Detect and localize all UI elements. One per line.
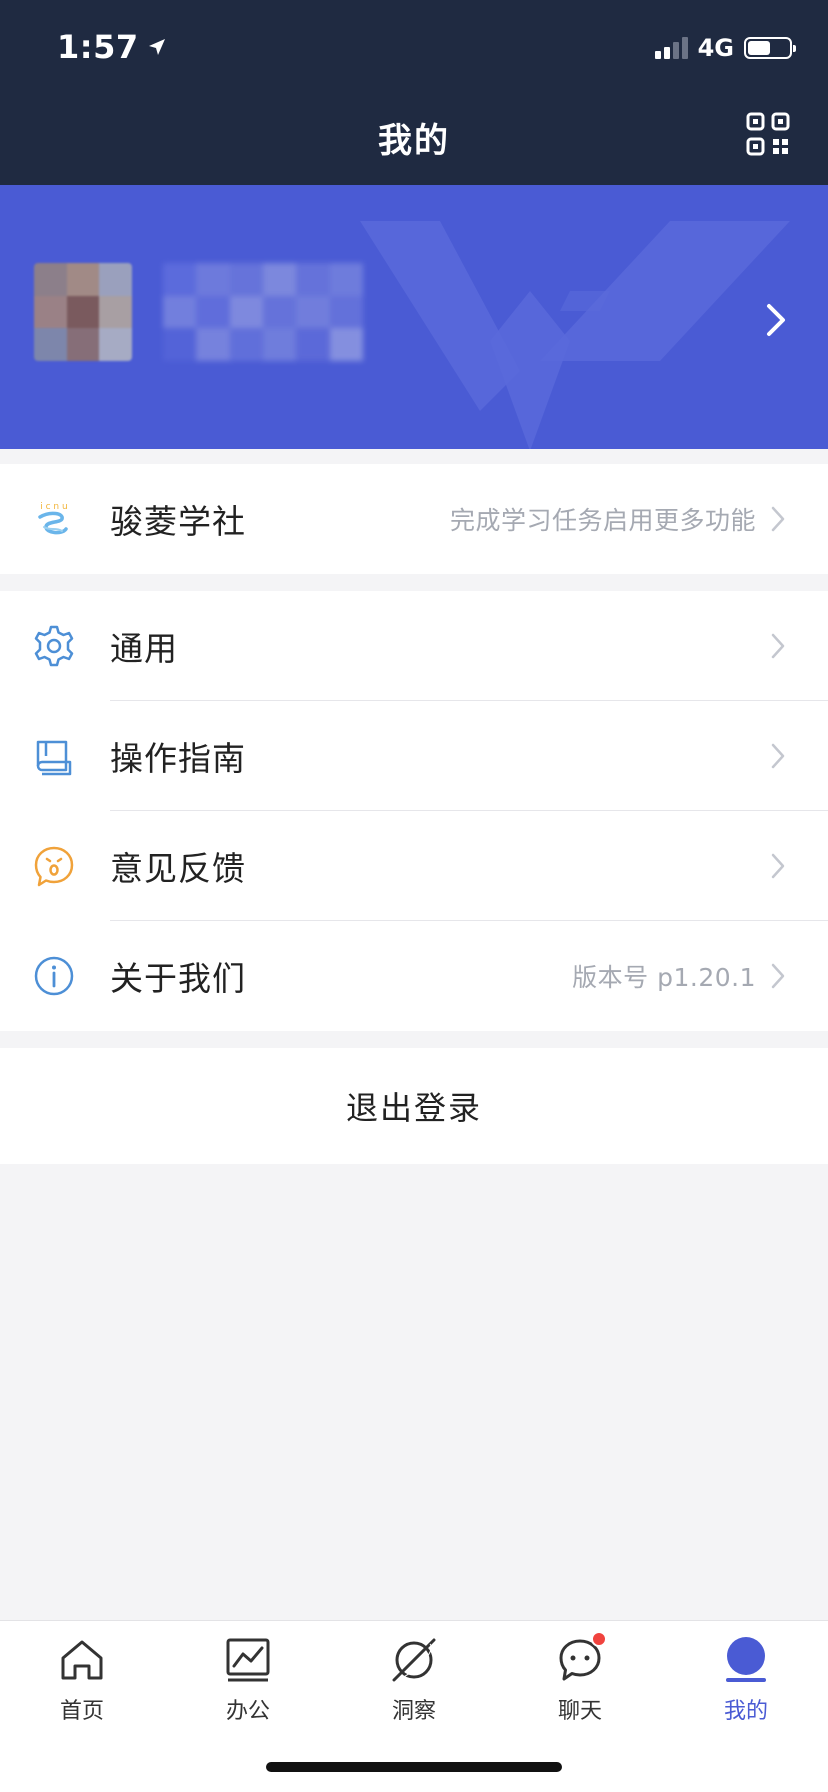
chart-icon xyxy=(223,1635,273,1685)
chevron-right-icon xyxy=(767,304,785,336)
settings-item-general[interactable]: 通用 xyxy=(0,591,828,701)
gear-icon xyxy=(32,624,76,668)
battery-icon xyxy=(744,37,796,59)
qr-code-icon xyxy=(746,112,790,156)
home-icon xyxy=(57,1635,107,1685)
study-row[interactable]: i c n u 骏菱学社 完成学习任务启用更多功能 xyxy=(0,464,828,574)
tab-office[interactable]: 办公 xyxy=(188,1635,308,1725)
status-indicators: 4G xyxy=(654,34,796,62)
tab-label: 聊天 xyxy=(557,1699,602,1724)
svg-text:i c n u: i c n u xyxy=(40,502,67,512)
time-text: 1:57 xyxy=(57,28,139,66)
settings-item-feedback[interactable]: 意见反馈 xyxy=(0,811,828,921)
profile-icon xyxy=(721,1635,771,1685)
home-indicator xyxy=(266,1762,562,1772)
study-hint: 完成学习任务启用更多功能 xyxy=(449,506,756,535)
network-label: 4G xyxy=(697,34,734,62)
study-section: i c n u 骏菱学社 完成学习任务启用更多功能 xyxy=(0,464,828,574)
settings-item-guide[interactable]: 操作指南 xyxy=(0,701,828,811)
junling-logo-icon: i c n u xyxy=(32,497,76,541)
book-icon xyxy=(32,734,76,778)
tab-label: 洞察 xyxy=(391,1699,436,1724)
settings-item-label: 关于我们 xyxy=(110,959,246,998)
signal-icon xyxy=(654,37,688,59)
avatar[interactable] xyxy=(34,263,132,361)
tab-label: 首页 xyxy=(59,1699,104,1724)
study-label: 骏菱学社 xyxy=(110,502,246,541)
settings-section: 通用 操作指南 意见反馈 关于我们 版本号 p1.20.1 xyxy=(0,591,828,1031)
chevron-right-icon xyxy=(771,506,785,532)
version-label: 版本号 p1.20.1 xyxy=(572,963,756,992)
chevron-right-icon xyxy=(771,633,785,659)
tab-chat[interactable]: 聊天 xyxy=(520,1631,640,1725)
tab-home[interactable]: 首页 xyxy=(22,1635,142,1725)
settings-item-label: 操作指南 xyxy=(110,739,246,778)
tab-label: 办公 xyxy=(225,1699,270,1724)
location-arrow-icon xyxy=(148,39,165,55)
chevron-right-icon xyxy=(771,853,785,879)
chevron-right-icon xyxy=(771,743,785,769)
top-bar: 1:57 4G 我的 xyxy=(0,0,828,185)
profile-name xyxy=(163,263,363,361)
notification-badge xyxy=(591,1631,607,1647)
battery-level xyxy=(748,41,770,55)
planet-icon xyxy=(389,1635,439,1685)
tab-label: 我的 xyxy=(723,1699,768,1724)
page-title: 我的 xyxy=(378,121,450,161)
feedback-icon xyxy=(32,844,76,888)
tab-insight[interactable]: 洞察 xyxy=(354,1635,474,1725)
profile-banner[interactable] xyxy=(0,185,828,449)
status-time: 1:57 xyxy=(57,28,167,66)
tab-mine[interactable]: 我的 xyxy=(686,1635,806,1725)
chevron-right-icon xyxy=(771,963,785,989)
chat-icon xyxy=(555,1631,607,1685)
qr-code-button[interactable] xyxy=(746,112,790,156)
brand-watermark xyxy=(360,221,790,449)
info-icon xyxy=(32,954,76,998)
logout-label: 退出登录 xyxy=(345,1089,482,1127)
settings-item-about[interactable]: 关于我们 版本号 p1.20.1 xyxy=(0,921,828,1031)
settings-item-label: 意见反馈 xyxy=(110,849,246,888)
settings-item-label: 通用 xyxy=(110,629,178,668)
logout-button[interactable]: 退出登录 xyxy=(0,1048,828,1164)
